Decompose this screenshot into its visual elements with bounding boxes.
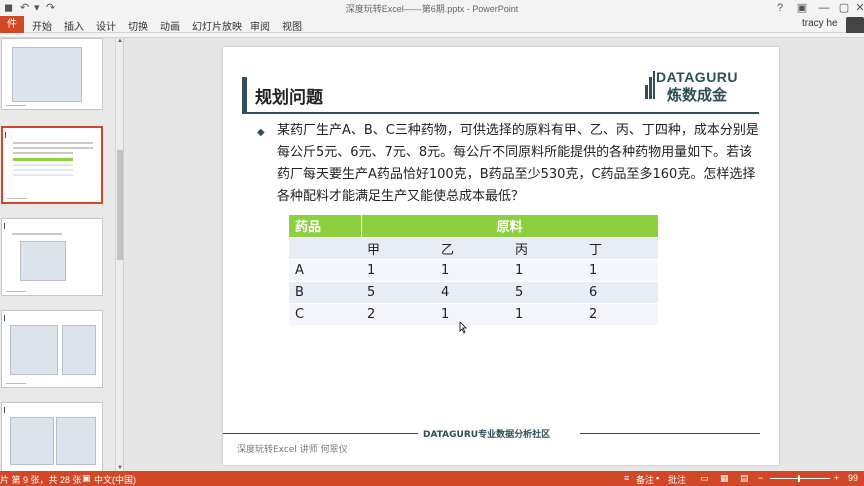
table-row: 甲 乙 丙 丁 bbox=[289, 237, 658, 260]
ribbon-tabs: 件 开始 插入 设计 切换 动画 幻灯片放映 审阅 视图 tracy he bbox=[0, 16, 864, 35]
tab-home[interactable]: 开始 bbox=[32, 18, 52, 33]
language-indicator[interactable]: 中文(中国) bbox=[94, 473, 136, 486]
table-header-drug: 药品 bbox=[289, 215, 362, 238]
zoom-slider[interactable] bbox=[770, 478, 830, 479]
normal-view-icon[interactable]: ▭ bbox=[700, 473, 709, 484]
tab-slideshow[interactable]: 幻灯片放映 bbox=[192, 18, 242, 33]
close-button[interactable]: ✕ bbox=[848, 0, 864, 16]
table-cell: 2 bbox=[361, 303, 435, 326]
slide-title[interactable]: 规划问题 bbox=[255, 83, 323, 108]
slide-position: 片 第 9 张，共 28 张 bbox=[0, 475, 82, 485]
table-cell: 6 bbox=[583, 281, 658, 304]
logo-english-text: DATAGURU bbox=[656, 69, 739, 85]
window-title: 深度玩转Excel——第6期.pptx - PowerPoint bbox=[345, 4, 519, 14]
table-cell: 1 bbox=[435, 259, 509, 282]
slide-canvas[interactable]: 规划问题 DATAGURU 炼数成金 ◆ 某药厂生产A、B、C三种药物，可供选择… bbox=[223, 47, 779, 465]
notes-button[interactable]: 备注 bbox=[636, 473, 654, 486]
notes-icon[interactable]: ≡ bbox=[624, 473, 629, 483]
materials-table[interactable]: 药品 原料 甲 乙 丙 丁 A 1 1 1 1 B 5 4 5 6 C 2 1 … bbox=[289, 215, 659, 326]
zoom-out-button[interactable]: − bbox=[758, 473, 763, 483]
tab-insert[interactable]: 插入 bbox=[64, 18, 84, 33]
material-label: 丙 bbox=[509, 237, 583, 260]
slide-thumbnail-pane: ▲ ▼ bbox=[0, 38, 124, 480]
footer-rule-right bbox=[580, 433, 760, 434]
slide-thumbnail-current[interactable] bbox=[1, 126, 103, 204]
zoom-in-button[interactable]: + bbox=[834, 473, 839, 483]
mouse-pointer-icon bbox=[459, 322, 467, 334]
slide-thumbnail[interactable] bbox=[1, 38, 103, 110]
dataguru-logo: DATAGURU 炼数成金 bbox=[645, 69, 757, 104]
slide-thumbnail[interactable] bbox=[1, 218, 103, 296]
reading-view-icon[interactable]: ▤ bbox=[740, 473, 749, 484]
tab-view[interactable]: 视图 bbox=[282, 18, 302, 33]
tab-transitions[interactable]: 切换 bbox=[128, 18, 148, 33]
footer-course-info: 深度玩转Excel 讲师 何翠仪 bbox=[237, 445, 348, 455]
tab-design[interactable]: 设计 bbox=[96, 18, 116, 33]
comments-button[interactable]: 批注 bbox=[668, 473, 686, 486]
table-cell: 4 bbox=[435, 281, 509, 304]
footer-community: DATAGURU专业数据分析社区 bbox=[423, 430, 551, 440]
status-bar: 片 第 9 张，共 28 张 ▣ 中文(中国) ≡ 备注 ▪ 批注 ▭ ▦ ▤ … bbox=[0, 471, 864, 486]
ribbon-options-button[interactable]: ▣ bbox=[790, 0, 814, 16]
problem-description[interactable]: 某药厂生产A、B、C三种药物，可供选择的原料有甲、乙、丙、丁四种，成本分别是每公… bbox=[277, 120, 759, 208]
zoom-slider-knob[interactable] bbox=[798, 475, 800, 482]
footer-rule-left bbox=[223, 433, 418, 434]
drug-label: C bbox=[289, 303, 361, 326]
logo-chinese-text: 炼数成金 bbox=[667, 86, 728, 104]
bar-chart-logo-icon bbox=[645, 71, 655, 99]
table-cell: 1 bbox=[435, 303, 509, 326]
table-cell: 5 bbox=[509, 281, 583, 304]
table-cell: 1 bbox=[509, 303, 583, 326]
material-label: 丁 bbox=[583, 237, 658, 260]
thumbnail-scrollbar[interactable]: ▲ ▼ bbox=[115, 38, 123, 471]
table-header-materials: 原料 bbox=[361, 215, 659, 238]
table-cell: 1 bbox=[509, 259, 583, 282]
table-row: A 1 1 1 1 bbox=[289, 259, 658, 282]
table-cell: 5 bbox=[361, 281, 435, 304]
tab-file[interactable]: 件 bbox=[0, 16, 24, 33]
spellcheck-icon[interactable]: ▣ bbox=[82, 473, 91, 484]
user-name[interactable]: tracy he bbox=[802, 18, 838, 29]
comments-icon[interactable]: ▪ bbox=[656, 473, 659, 483]
scroll-up-arrow-icon[interactable]: ▲ bbox=[116, 38, 124, 44]
help-button[interactable]: ? bbox=[768, 0, 792, 16]
slide-sorter-icon[interactable]: ▦ bbox=[720, 473, 729, 484]
title-bar: ◼ ↶ ▾ ↷ 深度玩转Excel——第6期.pptx - PowerPoint… bbox=[0, 0, 864, 16]
slide-thumbnail[interactable] bbox=[1, 402, 103, 480]
tab-review[interactable]: 审阅 bbox=[250, 18, 270, 33]
table-row: C 2 1 1 2 bbox=[289, 303, 658, 326]
material-label: 乙 bbox=[435, 237, 509, 260]
slide-thumbnail[interactable] bbox=[1, 310, 103, 388]
zoom-level[interactable]: 99 bbox=[848, 473, 858, 483]
drug-label: B bbox=[289, 281, 361, 304]
table-cell: 1 bbox=[583, 259, 658, 282]
table-cell bbox=[289, 237, 361, 260]
tab-animations[interactable]: 动画 bbox=[160, 18, 180, 33]
material-label: 甲 bbox=[361, 237, 435, 260]
diamond-bullet-icon: ◆ bbox=[257, 127, 265, 138]
slide-editing-area: 规划问题 DATAGURU 炼数成金 ◆ 某药厂生产A、B、C三种药物，可供选择… bbox=[124, 38, 864, 471]
table-cell: 1 bbox=[361, 259, 435, 282]
table-row: B 5 4 5 6 bbox=[289, 281, 658, 304]
scrollbar-thumb[interactable] bbox=[117, 150, 123, 260]
title-divider bbox=[242, 112, 759, 114]
drug-label: A bbox=[289, 259, 361, 282]
title-accent-bar bbox=[242, 77, 247, 113]
table-cell: 2 bbox=[583, 303, 658, 326]
